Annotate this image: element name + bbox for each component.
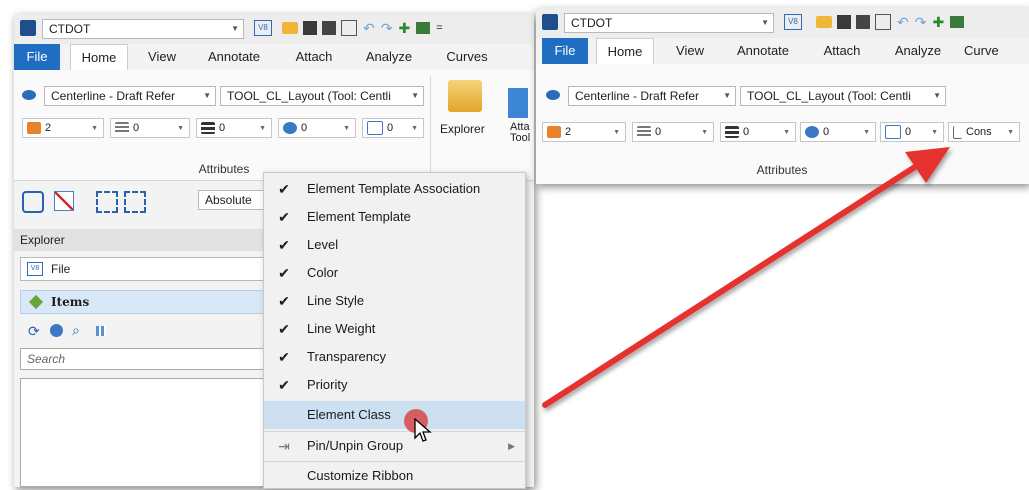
annotation-arrow [542, 147, 950, 408]
